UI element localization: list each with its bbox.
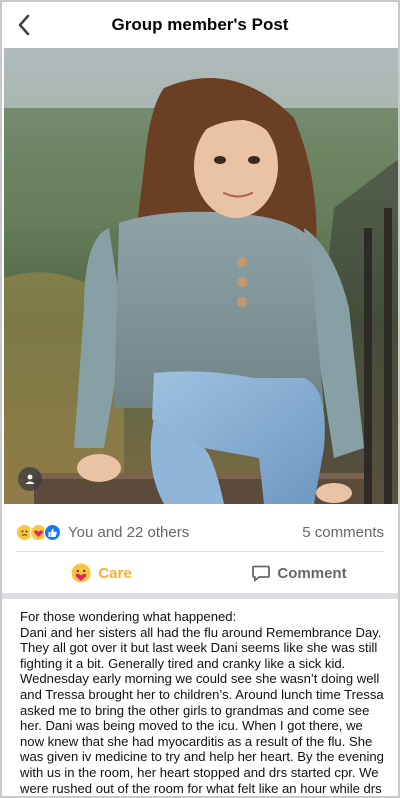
post-story: Dani and her sisters all had the flu aro… [20, 624, 384, 796]
page-title: Group member's Post [111, 15, 289, 34]
comment-label: Comment [277, 564, 347, 582]
post-intro: For those wondering what happened: [20, 609, 237, 624]
comment-bubble-icon [252, 565, 271, 582]
girl-photo-image [4, 48, 398, 504]
care-label: Care [98, 564, 132, 582]
care-button[interactable]: Care [2, 555, 200, 591]
reactions-summary: You and 22 others 5 comments [16, 520, 384, 544]
post-photo[interactable] [4, 48, 398, 504]
header-bar: Group member's Post [2, 2, 398, 48]
like-react-icon [44, 523, 61, 541]
reactions-count-text[interactable]: You and 22 others [68, 524, 302, 541]
person-icon [25, 474, 35, 484]
post-actions: Care Comment [2, 555, 398, 591]
comment-button[interactable]: Comment [200, 555, 398, 591]
tagged-person-button[interactable] [18, 467, 42, 491]
post-body: For those wondering what happened: Dani … [20, 609, 386, 796]
divider [16, 551, 384, 552]
comments-count-link[interactable]: 5 comments [302, 524, 384, 541]
section-separator [2, 593, 398, 599]
reactions-list[interactable] [16, 523, 61, 541]
post-screen: Group member's Post You and 22 others 5 … [0, 0, 400, 798]
care-emoji-icon [71, 563, 91, 583]
